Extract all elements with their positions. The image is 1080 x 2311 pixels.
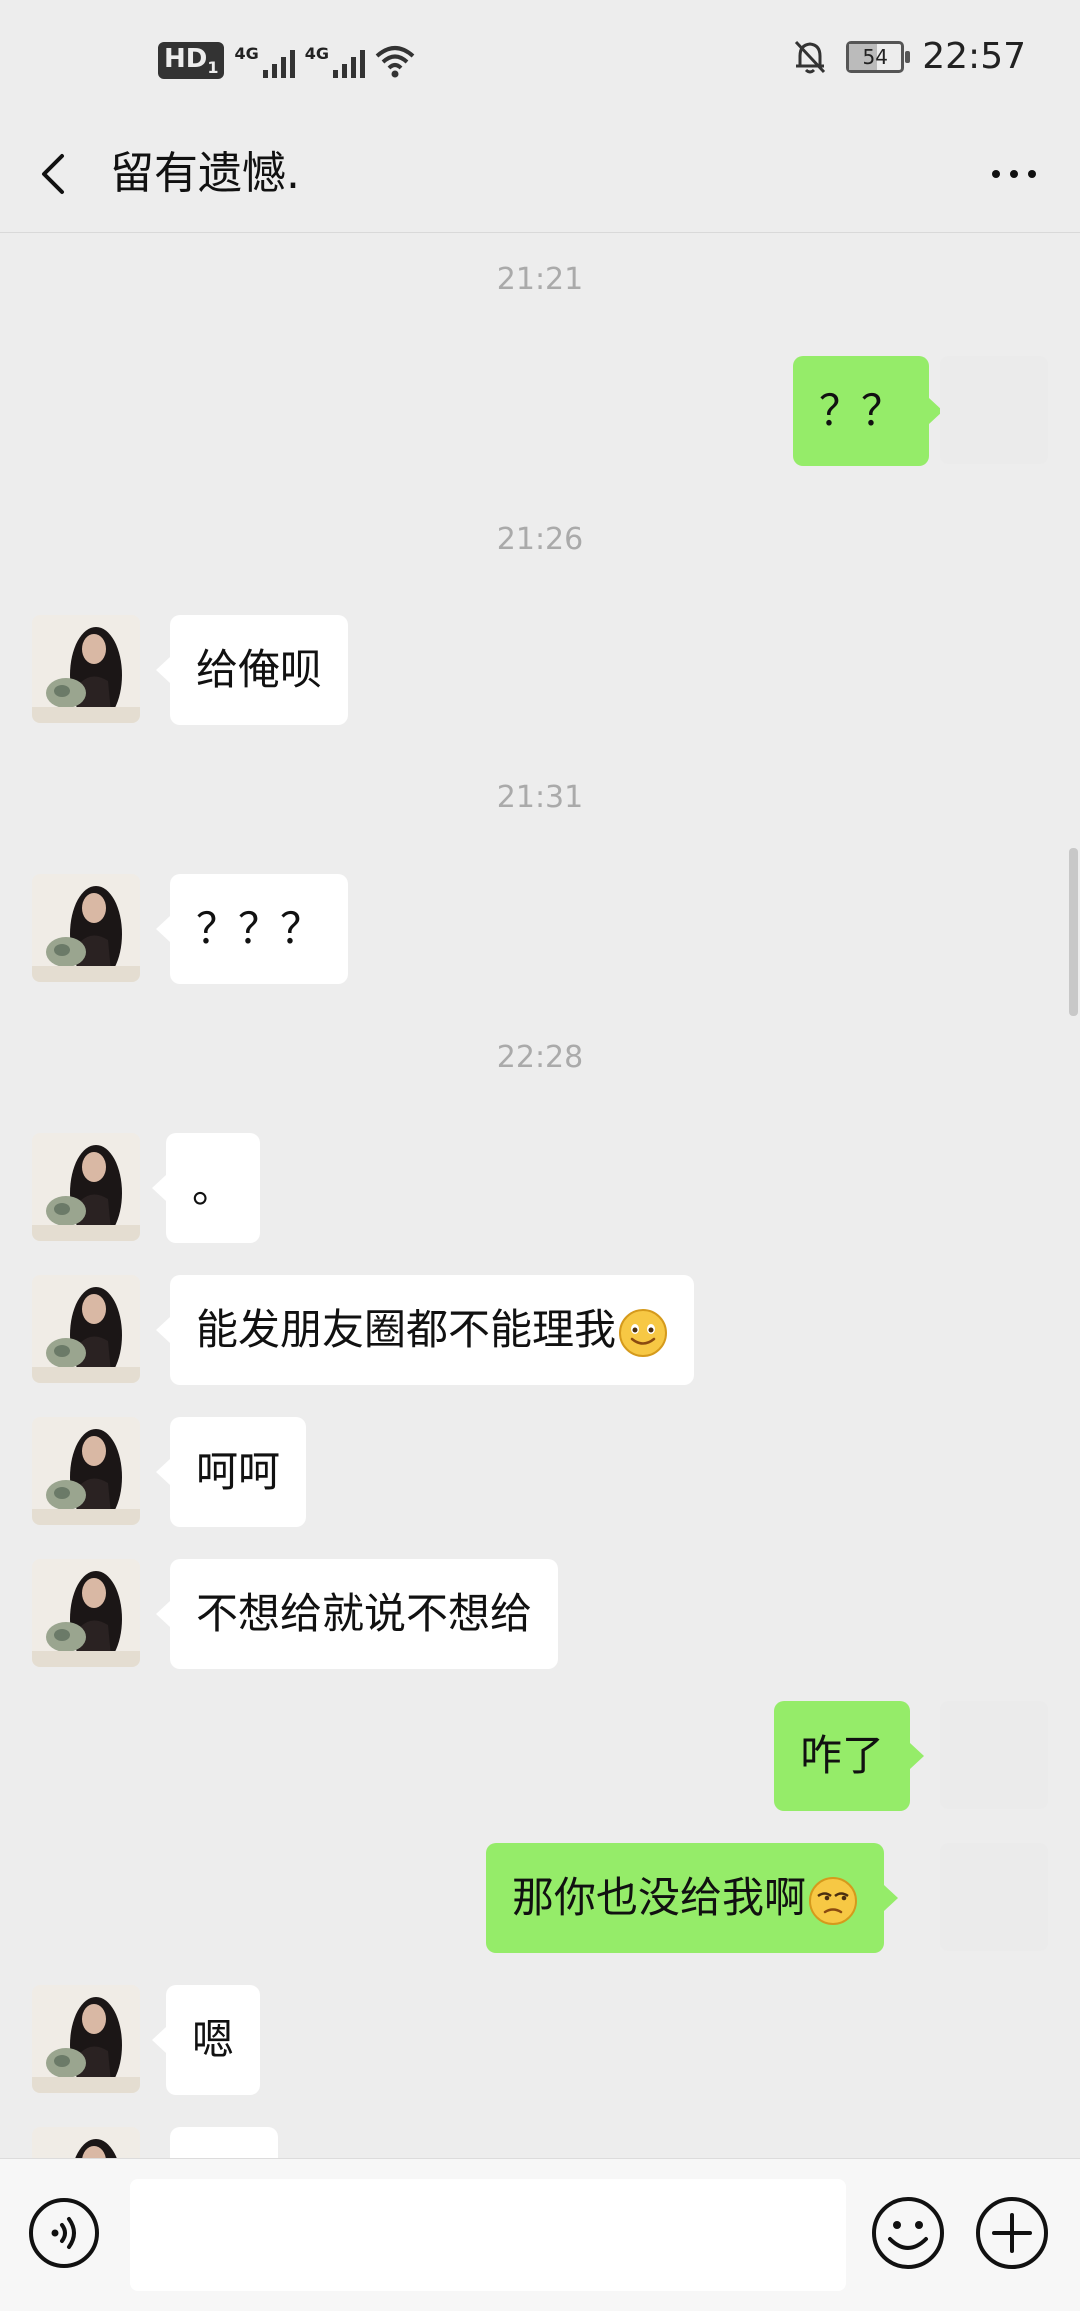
- contact-avatar[interactable]: [32, 615, 140, 723]
- message-bubble-sent[interactable]: 咋了: [774, 1701, 925, 1811]
- signal-icon: 4G: [234, 44, 295, 78]
- contact-avatar[interactable]: [32, 1417, 140, 1525]
- message-bubble-received[interactable]: 嗯: [151, 1985, 261, 2095]
- chat-header: 留有遗憾.: [0, 120, 1080, 233]
- my-avatar[interactable]: [940, 1701, 1048, 1809]
- mute-bell-icon: [795, 40, 826, 73]
- emoji-picker-icon[interactable]: [870, 2195, 946, 2271]
- chat-title: 留有遗憾.: [110, 148, 300, 199]
- message-bubble-received[interactable]: 呵呵: [155, 1417, 307, 1527]
- timestamp: 21:31: [496, 780, 584, 815]
- status-bar: HD1 4G 4G 54 22:57: [0, 0, 1080, 120]
- back-arrow-icon[interactable]: [28, 144, 78, 204]
- message-bubble-received[interactable]: 。: [151, 1133, 261, 1243]
- plus-icon[interactable]: [974, 2195, 1050, 2271]
- timestamp: 21:21: [496, 262, 584, 297]
- message-bubble-received[interactable]: ？？？: [155, 874, 349, 984]
- timestamp: 21:26: [496, 522, 584, 557]
- status-left: HD1 4G 4G: [158, 42, 415, 80]
- my-avatar[interactable]: [940, 356, 1048, 464]
- contact-avatar[interactable]: [32, 1133, 140, 1241]
- battery-icon: 54: [846, 40, 911, 73]
- composer-bar: [0, 2158, 1080, 2311]
- contact-avatar[interactable]: [32, 874, 140, 982]
- message-input[interactable]: [130, 2179, 846, 2291]
- unamused-emoji-icon: [809, 1876, 858, 1925]
- message-bubble-received[interactable]: 给俺呗: [155, 615, 349, 725]
- status-time: 22:57: [922, 36, 1026, 77]
- status-right: 54 22:57: [792, 36, 1026, 77]
- signal-icon: 4G: [305, 44, 366, 78]
- scrollbar[interactable]: [1069, 848, 1078, 1016]
- wifi-icon: [375, 45, 415, 78]
- voice-input-icon[interactable]: [28, 2197, 100, 2269]
- contact-avatar[interactable]: [32, 1559, 140, 1667]
- message-text: 能发朋友圈都不能理我: [196, 1305, 617, 1354]
- message-text: 那你也没给我啊: [512, 1873, 807, 1922]
- hd-indicator: HD1: [158, 42, 225, 80]
- message-bubble-received[interactable]: 能发朋友圈都不能理我: [155, 1275, 695, 1385]
- message-bubble-received[interactable]: 不想给就说不想给: [155, 1559, 559, 1669]
- my-avatar[interactable]: [940, 1843, 1048, 1951]
- smile-emoji-icon: [619, 1308, 668, 1357]
- timestamp: 22:28: [496, 1040, 584, 1075]
- contact-avatar[interactable]: [32, 1985, 140, 2093]
- message-bubble-sent[interactable]: ？？: [793, 356, 944, 466]
- message-bubble-sent[interactable]: 那你也没给我啊: [486, 1843, 899, 1953]
- more-options-icon[interactable]: [984, 144, 1044, 204]
- contact-avatar[interactable]: [32, 1275, 140, 1383]
